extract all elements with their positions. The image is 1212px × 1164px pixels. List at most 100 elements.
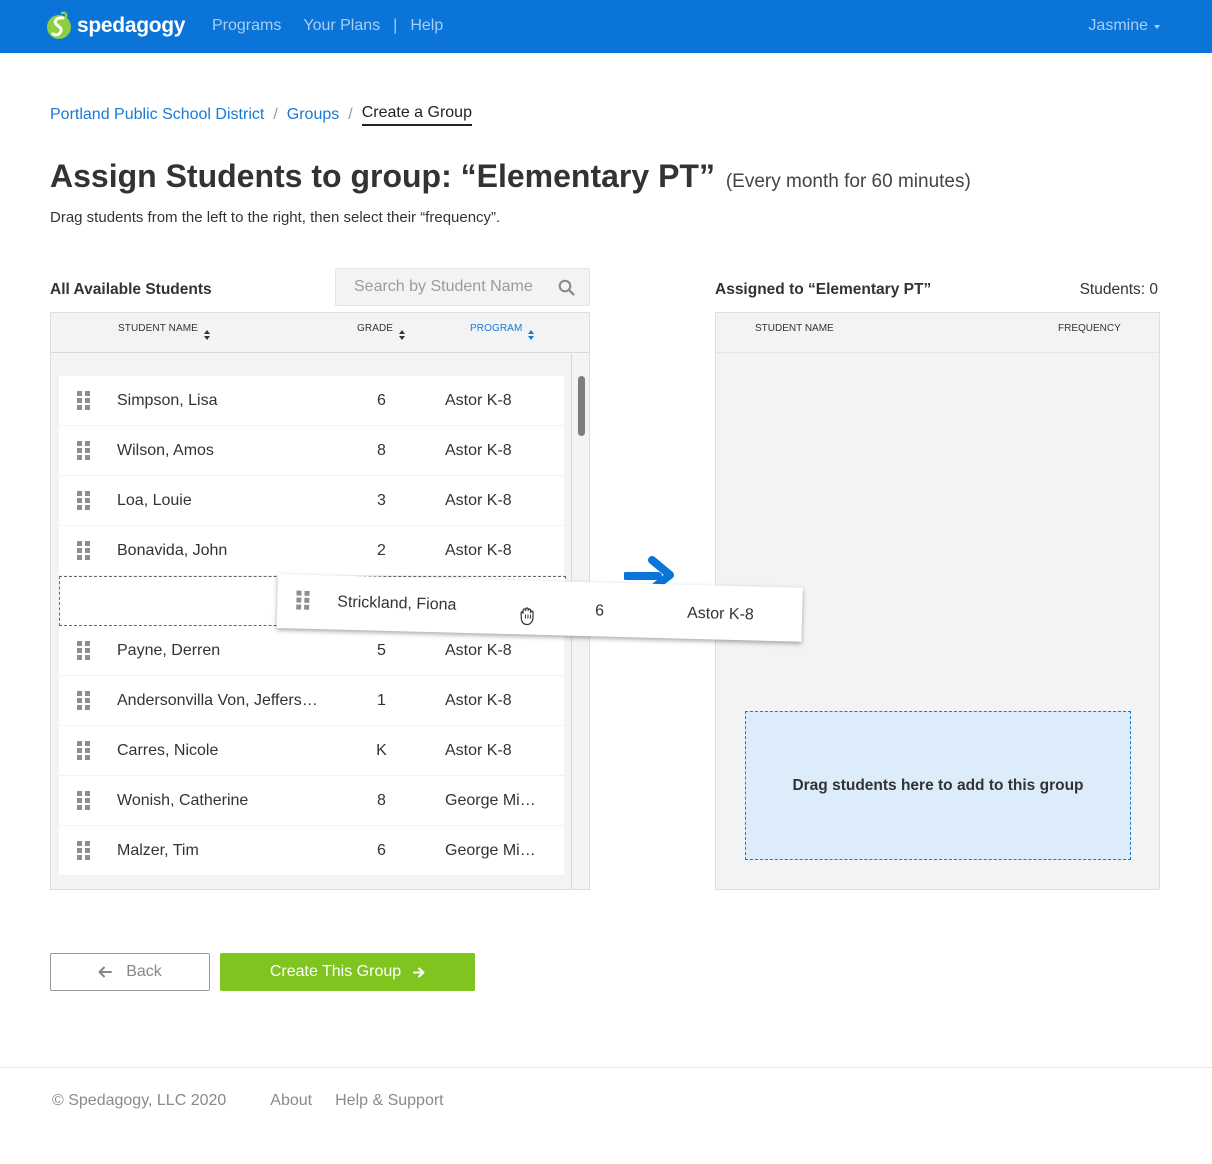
student-name: Simpson, Lisa [117, 392, 218, 409]
drag-handle-icon[interactable] [77, 791, 91, 810]
drop-zone[interactable]: Drag students here to add to this group [745, 711, 1131, 860]
column-student-name: STUDENT NAME [755, 323, 834, 334]
drop-zone-hint: Drag students here to add to this group [792, 776, 1084, 794]
drag-handle-icon[interactable] [77, 391, 91, 410]
breadcrumb-district[interactable]: Portland Public School District [50, 106, 264, 124]
student-grade: 3 [377, 492, 386, 509]
student-name: Malzer, Tim [117, 842, 199, 859]
sort-icon [203, 330, 210, 340]
drag-handle-icon[interactable] [77, 841, 91, 860]
student-grade: 6 [594, 602, 605, 620]
breadcrumb-current: Create a Group [361, 104, 472, 126]
arrow-right-icon [413, 967, 425, 977]
student-grade: 6 [377, 842, 386, 859]
back-button-label: Back [126, 963, 162, 980]
search-icon[interactable] [558, 279, 575, 296]
student-row[interactable]: Loa, Louie 3 Astor K-8 [59, 476, 564, 525]
create-group-button[interactable]: Create This Group [220, 953, 475, 991]
nav-your-plans[interactable]: Your Plans [303, 17, 380, 35]
copyright: © Spedagogy, LLC 2020 [52, 1092, 227, 1109]
student-name: Loa, Louie [117, 492, 192, 509]
student-row[interactable]: Malzer, Tim 6 George Mi… [59, 826, 564, 875]
student-program: Astor K-8 [445, 642, 512, 659]
student-row[interactable]: Carres, Nicole K Astor K-8 [59, 726, 564, 775]
student-program: Astor K-8 [445, 492, 512, 509]
student-program: Astor K-8 [445, 442, 512, 459]
column-label: STUDENT NAME [118, 323, 198, 334]
student-grade: 8 [377, 442, 386, 459]
student-program: Astor K-8 [445, 692, 512, 709]
grab-hand-cursor-icon [520, 607, 534, 626]
student-program: Astor K-8 [445, 392, 512, 409]
user-name: Jasmine [1088, 17, 1148, 34]
breadcrumb-groups[interactable]: Groups [287, 106, 339, 124]
breadcrumb-separator: / [273, 106, 278, 123]
sort-icon [399, 330, 406, 340]
student-program: George Mi… [445, 842, 536, 859]
student-row[interactable]: Andersonvilla Von, Jeffers… 1 Astor K-8 [59, 676, 564, 725]
column-student-name[interactable]: STUDENT NAME [118, 323, 211, 341]
available-students-heading: All Available Students [50, 281, 212, 298]
back-button[interactable]: Back [50, 953, 210, 991]
footer-help-link[interactable]: Help & Support [335, 1092, 444, 1110]
drag-handle-icon[interactable] [77, 741, 91, 760]
breadcrumb-separator: / [348, 106, 353, 123]
create-group-button-label: Create This Group [269, 963, 402, 980]
student-row[interactable]: Simpson, Lisa 6 Astor K-8 [59, 376, 564, 425]
student-program: George Mi… [445, 792, 536, 809]
nav-programs[interactable]: Programs [212, 17, 281, 35]
student-grade: 5 [377, 642, 386, 659]
main-nav: Programs Your Plans | Help [212, 17, 443, 35]
student-name: Andersonvilla Von, Jeffers… [117, 692, 318, 709]
column-program[interactable]: PROGRAM [470, 323, 535, 341]
instructions: Drag students from the left to the right… [50, 209, 501, 226]
nav-separator: | [393, 17, 398, 34]
caret-down-icon [1154, 25, 1160, 29]
nav-help[interactable]: Help [410, 17, 443, 35]
student-row[interactable]: Wonish, Catherine 8 George Mi… [59, 776, 564, 825]
student-name: Payne, Derren [117, 642, 221, 659]
student-name: Bonavida, John [117, 542, 228, 559]
drag-handle-icon[interactable] [77, 641, 91, 660]
student-program: Astor K-8 [445, 542, 512, 559]
student-search [335, 268, 590, 306]
student-name: Wilson, Amos [117, 442, 214, 459]
student-name: Strickland, Fiona [337, 593, 457, 614]
student-row[interactable]: Bonavida, John 2 Astor K-8 [59, 526, 564, 575]
column-label: GRADE [357, 323, 394, 334]
page-title: Assign Students to group: “Elementary PT… [50, 158, 971, 195]
sort-icon [528, 330, 535, 340]
drag-handle-icon[interactable] [77, 441, 91, 460]
search-input[interactable] [336, 269, 546, 305]
spedagogy-logo-icon [47, 11, 71, 39]
page-subtitle: (Every month for 60 minutes) [725, 171, 971, 192]
student-program: Astor K-8 [445, 742, 512, 759]
student-grade: 1 [377, 692, 386, 709]
drag-handle-icon[interactable] [77, 491, 91, 510]
footer-divider [0, 1067, 1212, 1068]
student-grade: 2 [377, 542, 386, 559]
student-grade: K [376, 742, 387, 759]
drag-handle-icon[interactable] [77, 691, 91, 710]
top-navbar: spedagogy Programs Your Plans | Help Jas… [0, 0, 1212, 53]
student-count: Students: 0 [1079, 281, 1158, 298]
arrow-left-icon [98, 966, 113, 978]
drag-handle-icon[interactable] [77, 541, 91, 560]
footer-about-link[interactable]: About [270, 1092, 312, 1110]
student-name: Wonish, Catherine [117, 792, 249, 809]
drag-handle-icon[interactable] [296, 590, 310, 610]
student-name: Carres, Nicole [117, 742, 219, 759]
student-program: Astor K-8 [686, 604, 755, 624]
list-header: STUDENT NAME GRADE PROGRAM [51, 313, 589, 353]
student-grade: 8 [377, 792, 386, 809]
scroll-thumb[interactable] [578, 376, 585, 436]
assigned-heading: Assigned to “Elementary PT” [715, 281, 932, 298]
logo[interactable]: spedagogy [46, 10, 185, 42]
column-grade[interactable]: GRADE [357, 323, 406, 341]
column-label: PROGRAM [470, 323, 523, 334]
student-row[interactable]: Wilson, Amos 8 Astor K-8 [59, 426, 564, 475]
student-grade: 6 [377, 392, 386, 409]
footer: © Spedagogy, LLC 2020 About Help & Suppo… [52, 1092, 467, 1110]
column-frequency: FREQUENCY [1058, 323, 1121, 334]
user-menu[interactable]: Jasmine [1088, 17, 1160, 35]
